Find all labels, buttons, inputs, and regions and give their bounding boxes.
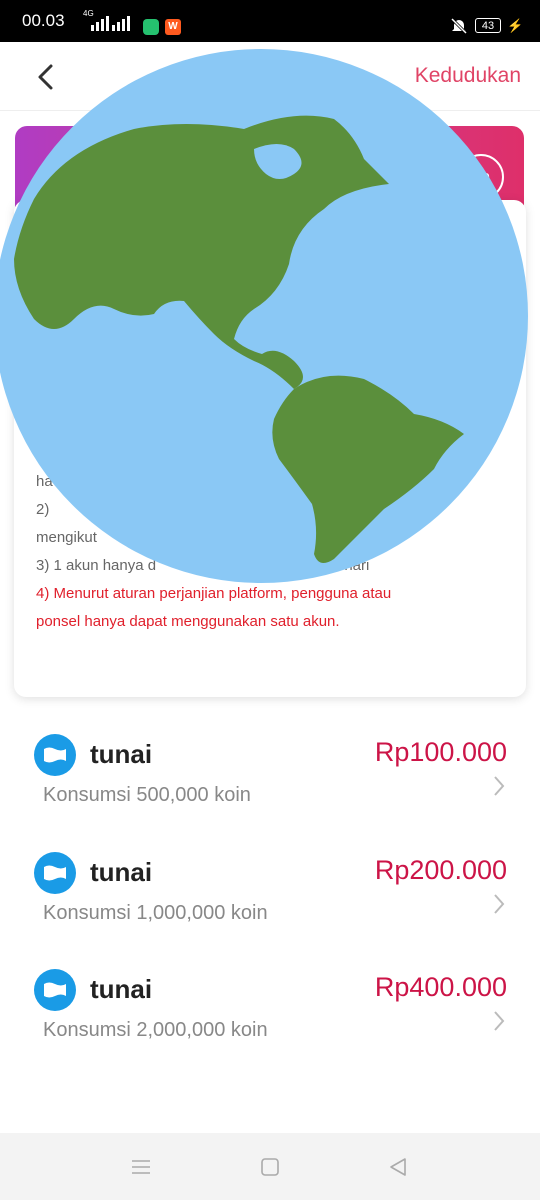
reward-price: Rp400.000 (374, 972, 507, 1002)
signal-icon (91, 16, 109, 31)
reward-cost: Konsumsi 1,000,000 koin (43, 902, 268, 924)
cash-icon (34, 852, 76, 894)
reward-cost: Konsumsi 500,000 koin (43, 784, 251, 806)
signal-icon-2 (112, 16, 130, 31)
chevron-right-icon (494, 776, 505, 796)
reward-cost: Konsumsi 2,000,000 koin (43, 1019, 268, 1041)
cash-icon (34, 734, 76, 776)
menu-icon[interactable] (129, 1155, 153, 1179)
battery-icon: 43 (475, 18, 501, 33)
notification-app-icon-2: W (165, 19, 181, 35)
charging-icon: ⚡ (507, 18, 524, 33)
reward-title: tunai (90, 857, 153, 887)
reward-title: tunai (90, 974, 153, 1004)
status-bar: 00.03 4G W 43 ⚡ (0, 0, 540, 42)
home-square-icon[interactable] (258, 1155, 282, 1179)
chevron-right-icon (494, 894, 505, 914)
rule-warning: ponsel hanya dapat menggunakan satu akun… (36, 613, 340, 630)
system-nav-bar (0, 1133, 540, 1200)
cash-icon (34, 969, 76, 1011)
reward-price: Rp200.000 (374, 855, 507, 885)
reward-item[interactable]: tunai Rp200.000 Konsumsi 1,000,000 koin (0, 852, 540, 970)
globe-overlay-icon (0, 49, 528, 583)
mute-icon (450, 17, 468, 35)
rule-warning: 4) Menurut aturan perjanjian platform, p… (36, 585, 392, 602)
back-triangle-icon[interactable] (386, 1155, 410, 1179)
notification-app-icon (143, 19, 159, 35)
chevron-right-icon (494, 1011, 505, 1031)
status-time: 00.03 (22, 11, 65, 30)
reward-price: Rp100.000 (374, 737, 507, 767)
reward-title: tunai (90, 739, 153, 769)
reward-item[interactable]: tunai Rp100.000 Konsumsi 500,000 koin (0, 734, 540, 852)
reward-item[interactable]: tunai Rp400.000 Konsumsi 2,000,000 koin (0, 969, 540, 1087)
